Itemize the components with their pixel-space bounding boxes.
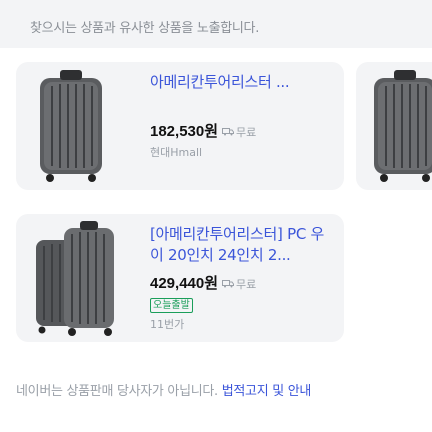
product-title[interactable]: 아메리칸투어리스터 ...	[150, 72, 330, 114]
mall-name[interactable]: 현대Hmall	[150, 144, 330, 160]
delivery-badge: 오늘출발	[150, 298, 193, 313]
truck-icon	[222, 280, 235, 288]
shipping-label: 무료	[236, 277, 257, 291]
product-card[interactable]: [아메리칸투어리스터] PC 우이 20인치 24인치 2... 429,440…	[16, 214, 344, 342]
shipping-info: 무료	[222, 276, 256, 292]
legal-notice-link[interactable]: 법적고지 및 안내	[222, 384, 312, 399]
product-info: [아메리칸투어리스터] PC 우이 20인치 24인치 2... 429,440…	[150, 224, 330, 332]
notice-text: 찾으시는 상품과 유사한 상품을 노출합니다.	[30, 21, 260, 36]
shipping-label: 무료	[236, 125, 257, 139]
product-thumbnail[interactable]	[30, 68, 118, 186]
footer-notice: 네이버는 상품판매 당사자가 아닙니다. 법적고지 및 안내	[16, 380, 311, 399]
price-row: 182,530원 무료	[150, 120, 330, 141]
product-thumbnail[interactable]	[364, 68, 432, 186]
shipping-info: 무료	[222, 124, 256, 140]
product-card-partial[interactable]	[356, 62, 432, 190]
price-row: 429,440원 무료	[150, 272, 330, 293]
notice-bar: 찾으시는 상품과 유사한 상품을 노출합니다.	[0, 0, 432, 48]
footer-text: 네이버는 상품판매 당사자가 아닙니다.	[16, 384, 218, 399]
product-price: 429,440원	[150, 275, 219, 292]
product-info: 아메리칸투어리스터 ... 182,530원 무료 현대Hmall	[150, 72, 330, 160]
product-title[interactable]: [아메리칸투어리스터] PC 우이 20인치 24인치 2...	[150, 224, 330, 266]
mall-name[interactable]: 11번가	[150, 316, 330, 332]
truck-icon	[222, 128, 235, 136]
product-card[interactable]: 아메리칸투어리스터 ... 182,530원 무료 현대Hmall	[16, 62, 344, 190]
product-price: 182,530원	[150, 123, 219, 140]
product-thumbnail[interactable]	[30, 220, 118, 338]
